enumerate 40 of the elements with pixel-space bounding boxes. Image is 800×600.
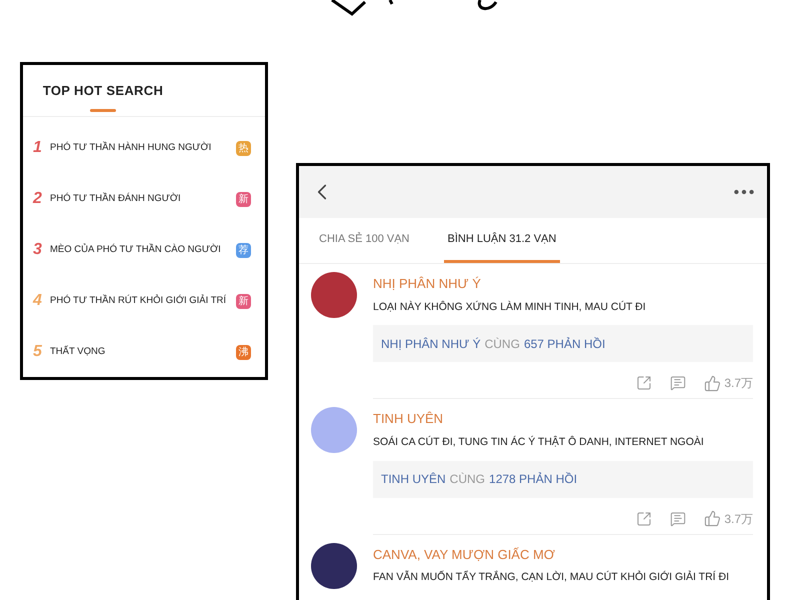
reply-joiner: CÙNG <box>450 471 486 488</box>
like-count: 3.7万 <box>724 510 753 528</box>
topic-tag: 荐 <box>236 242 251 258</box>
panel-title: TOP HOT SEARCH <box>42 82 164 100</box>
rank-number: 5 <box>33 342 43 362</box>
search-topic[interactable]: MÈO CỦA PHÓ TƯ THẦN CÀO NGƯỜI <box>50 242 233 258</box>
reply-count: 1278 PHẢN HỒI <box>489 471 578 488</box>
topic-tag: 新 <box>236 294 251 308</box>
search-topic[interactable]: PHÓ TƯ THẦN ĐÁNH NGƯỜI <box>50 192 233 206</box>
rank-number: 3 <box>33 240 43 260</box>
comment-text: LOẠI NÀY KHÔNG XỨNG LÀM MINH TINH, MAU CÚT ĐI <box>373 300 647 314</box>
avatar[interactable] <box>311 542 357 588</box>
like-icon[interactable] <box>704 374 722 392</box>
comment-text: FAN VẪN MUỐN TẨY TRẮNG, CẠN LỜI, MAU CÚT KHỎI GIỚI GIẢI TRÍ ĐI <box>373 570 730 585</box>
replies-link[interactable]: TINH UYÊN CÙNG 1278 PHẢN HỒI <box>373 460 753 498</box>
topic-tag: 沸 <box>236 344 251 360</box>
comment-text: SOÁI CA CÚT ĐI, TUNG TIN ÁC Ý THẬT Ô DANH, INTERNET NGOÀI <box>373 434 705 450</box>
reply-user: NHỊ PHÂN NHƯ Ý <box>381 336 481 353</box>
comment-icon[interactable] <box>670 510 686 526</box>
like-count: 3.7万 <box>724 375 753 392</box>
share-icon[interactable] <box>636 375 652 392</box>
comment-icon[interactable] <box>670 375 686 392</box>
tab[interactable]: BÌNH LUẬN 31.2 VẠN <box>444 218 560 263</box>
share-icon[interactable] <box>636 510 652 526</box>
search-topic[interactable]: PHÓ TƯ THẦN HÀNH HUNG NGƯỜI <box>50 140 233 156</box>
rank-number: 1 <box>33 138 43 158</box>
topic-tag: 热 <box>236 140 251 156</box>
search-topic[interactable]: THẤT VỌNG <box>50 344 233 360</box>
topic-tag: 新 <box>236 192 251 206</box>
search-topic[interactable]: PHÓ TƯ THẦN RÚT KHỎI GIỚI GIẢI TRÍ <box>50 294 233 308</box>
tab[interactable]: CHIA SẺ 100 VẠN <box>315 218 414 263</box>
replies-link[interactable]: NHỊ PHÂN NHƯ Ý CÙNG 657 PHẢN HỒI <box>373 325 753 362</box>
reply-count: 657 PHẢN HỒI <box>524 336 606 353</box>
rank-number: 4 <box>33 291 43 311</box>
like-icon[interactable] <box>704 510 722 527</box>
title-underline <box>90 108 116 112</box>
reply-user: TINH UYÊN <box>381 471 446 488</box>
rank-number: 2 <box>33 189 43 209</box>
avatar[interactable] <box>311 272 357 318</box>
reply-joiner: CÙNG <box>484 336 520 353</box>
